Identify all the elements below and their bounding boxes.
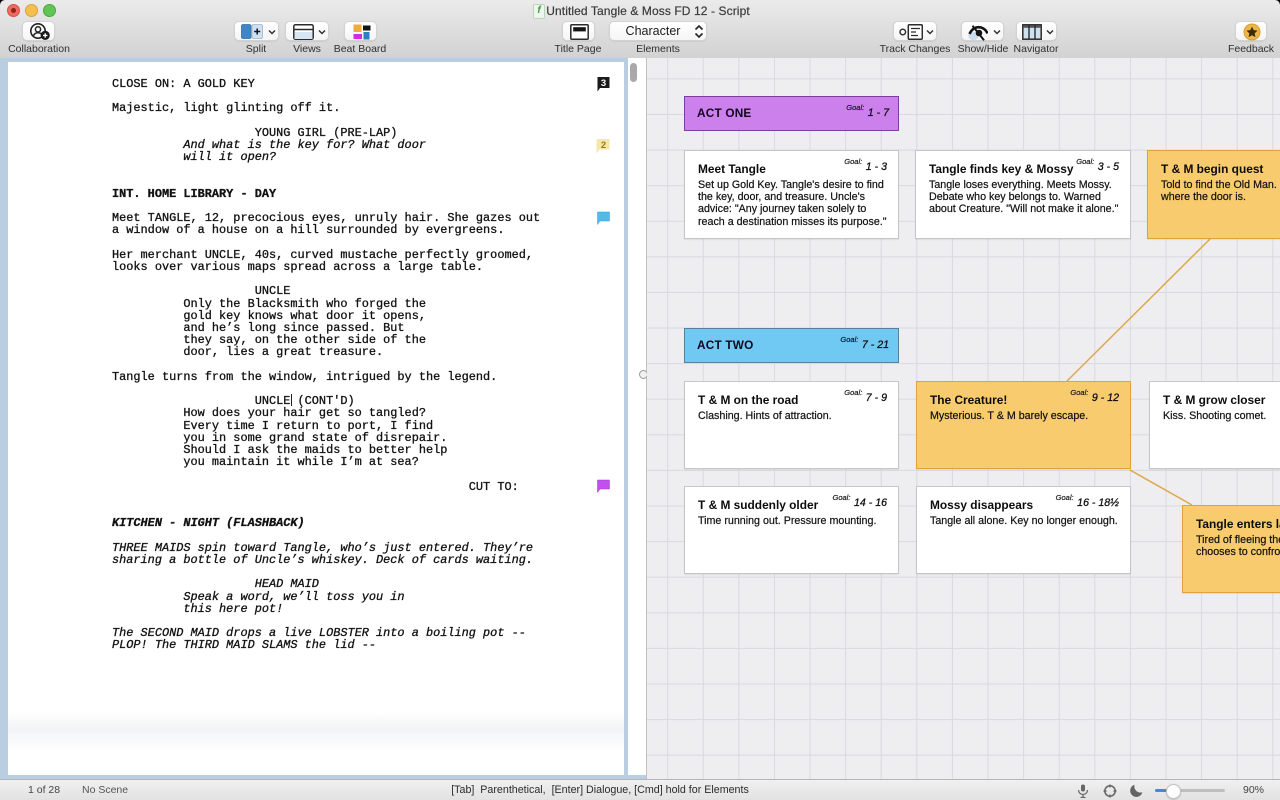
- svg-text:2: 2: [601, 140, 606, 151]
- svg-text:3: 3: [601, 78, 606, 89]
